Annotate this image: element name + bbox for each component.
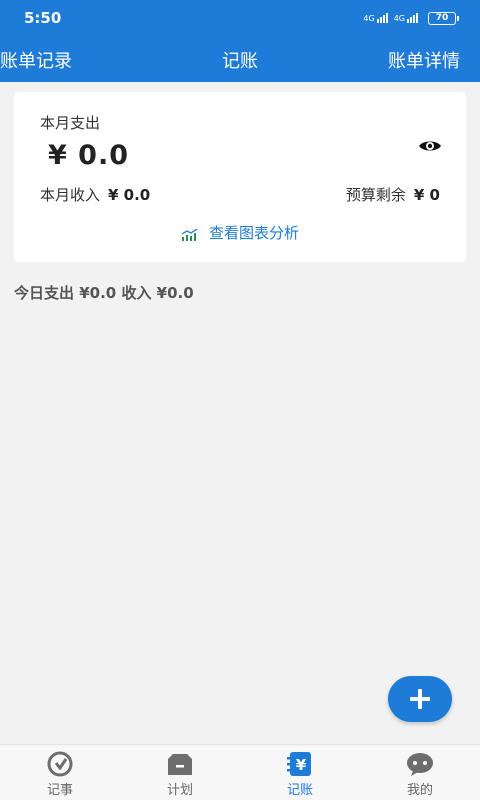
nav-label-ledger: 记账 (286, 783, 313, 798)
add-record-button[interactable] (388, 676, 452, 722)
plan-icon (168, 754, 192, 775)
status-bar: 5:50 4G 4G 70 (0, 0, 480, 36)
month-expense-value: ¥ 0.0 (48, 140, 130, 171)
signal-4g-1: 4G (363, 13, 388, 23)
nav-item-profile[interactable]: 我的 (360, 745, 480, 800)
battery-level: 70 (435, 13, 449, 23)
notes-icon (47, 751, 73, 777)
network-type-label: 4G (363, 14, 375, 23)
status-time: 5:50 (24, 9, 62, 27)
bill-details-button[interactable]: 账单详情 (388, 47, 460, 73)
view-chart-analysis-link[interactable]: 查看图表分析 (14, 222, 466, 243)
app-header: 记账 账单记录 账单详情 (0, 36, 480, 82)
bottom-nav: 记事 计划 ¥ 记账 我的 (0, 744, 480, 800)
signal-4g-2: 4G (394, 13, 418, 23)
status-indicators: 4G 4G 70 (363, 11, 459, 25)
ledger-icon: ¥ (287, 752, 311, 776)
month-income-row: 本月收入 ¥ 0.0 (40, 184, 150, 205)
nav-label-notes: 记事 (46, 783, 73, 798)
budget-remaining-label: 预算剩余 (345, 186, 406, 204)
nav-item-plan[interactable]: 计划 (120, 745, 240, 800)
month-income-value: ¥ 0.0 (108, 186, 151, 204)
eye-icon[interactable] (418, 138, 442, 152)
monthly-summary-card: 本月支出 ¥ 0.0 本月收入 ¥ 0.0 预算剩余 ¥ 0 查看图表分析 (14, 92, 466, 262)
nav-item-ledger[interactable]: ¥ 记账 (240, 745, 360, 800)
budget-remaining-row: 预算剩余 ¥ 0 (346, 184, 440, 205)
svg-text:¥: ¥ (296, 756, 307, 774)
nav-label-profile: 我的 (406, 783, 433, 798)
nav-label-plan: 计划 (166, 783, 193, 798)
battery-icon: 70 (428, 11, 459, 25)
view-chart-analysis-label: 查看图表分析 (208, 224, 299, 242)
profile-icon (407, 753, 433, 776)
plus-icon (410, 689, 430, 709)
network-type-label: 4G (393, 14, 405, 23)
budget-remaining-value: ¥ 0 (413, 186, 440, 204)
trend-chart-icon (181, 227, 199, 241)
month-income-label: 本月收入 (40, 186, 101, 204)
bill-records-button[interactable]: 账单记录 (0, 47, 72, 73)
nav-item-notes[interactable]: 记事 (0, 745, 120, 800)
today-summary: 今日支出 ¥0.0 收入 ¥0.0 (14, 284, 194, 302)
month-expense-label: 本月支出 (40, 114, 101, 132)
